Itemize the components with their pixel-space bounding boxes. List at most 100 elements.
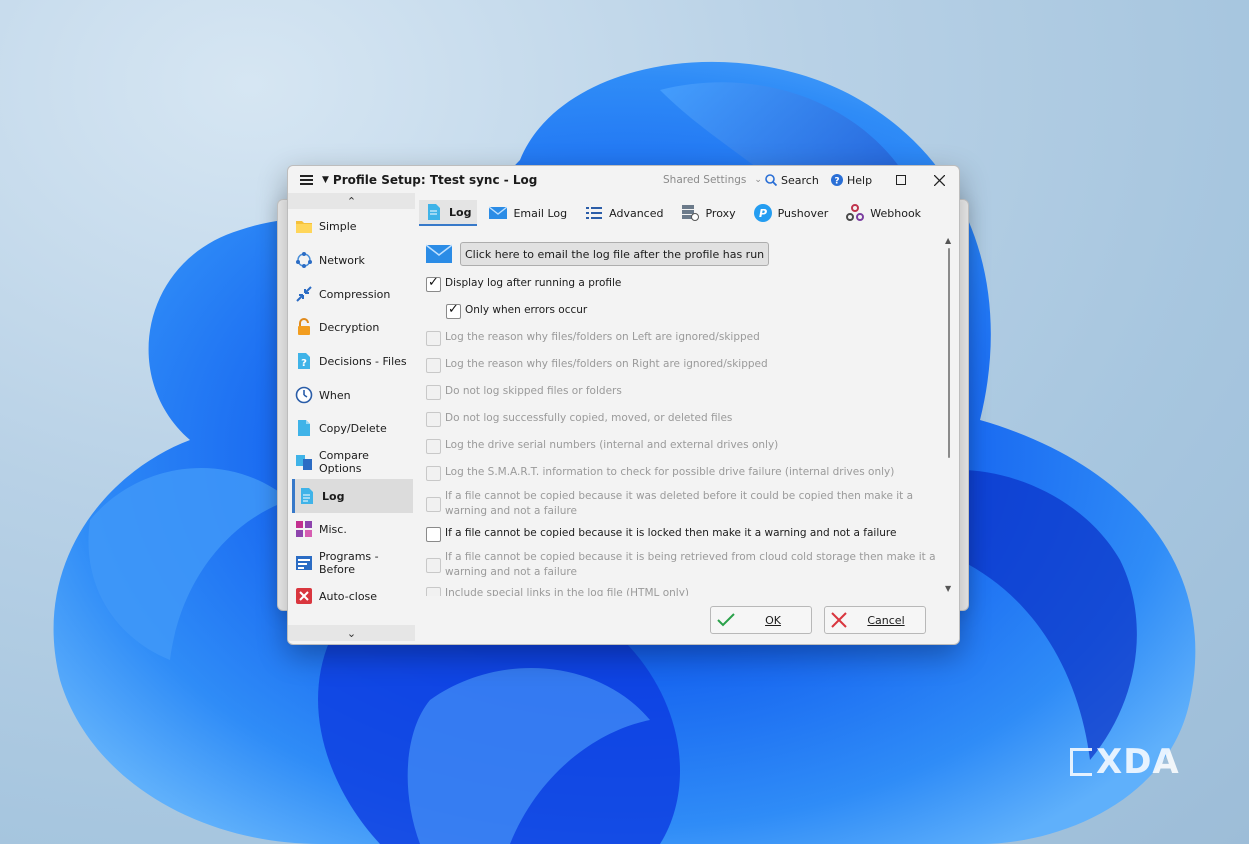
compress-icon [296, 286, 312, 302]
option-label: If a file cannot be copied because it is… [445, 527, 897, 539]
cancel-x-icon [831, 612, 847, 628]
file-icon [298, 420, 310, 436]
email-icon [489, 206, 508, 219]
option-display-log[interactable]: Display log after running a profile [426, 275, 936, 292]
close-button[interactable] [934, 172, 945, 188]
option-special-links: Include special links in the log file (H… [426, 586, 936, 596]
tab-email-log[interactable]: Email Log [483, 200, 573, 226]
ok-button[interactable]: OK [710, 606, 812, 634]
checkbox [426, 439, 441, 454]
tab-label: Pushover [777, 206, 829, 220]
sidebar-item-decisions-files[interactable]: ? Decisions - Files [292, 345, 413, 377]
sidebar-item-label: Copy/Delete [319, 421, 387, 435]
sidebar-item-label: Auto-close [319, 589, 378, 603]
sidebar-item-when[interactable]: When [292, 379, 413, 411]
sidebar-item-programs-before[interactable]: Programs - Before [292, 547, 413, 579]
close-icon [934, 174, 945, 186]
scroll-down-arrow-icon[interactable]: ▼ [945, 584, 951, 593]
search-icon [765, 174, 777, 186]
network-icon [296, 252, 312, 268]
sidebar-item-compare-options[interactable]: Compare Options [292, 446, 413, 478]
option-cloud-warning: If a file cannot be copied because it is… [426, 550, 936, 580]
checkbox [426, 466, 441, 481]
misc-icon [296, 521, 312, 537]
hamburger-menu-button[interactable] [300, 172, 313, 188]
option-no-log-skipped: Do not log skipped files or folders [426, 384, 936, 400]
scrollbar-thumb[interactable] [948, 248, 950, 458]
email-log-button[interactable]: Click here to email the log file after t… [460, 242, 770, 266]
tab-log[interactable]: Log [419, 200, 478, 226]
sidebar-item-auto-close[interactable]: Auto-close [292, 580, 413, 612]
shared-settings-label: Shared Settings [663, 174, 747, 186]
watermark-text: XDA [1096, 742, 1180, 782]
option-label: Log the reason why files/folders on Righ… [445, 358, 768, 370]
chevron-up-icon: ⌃ [346, 194, 357, 208]
sidebar-scroll-up[interactable]: ⌃ [288, 193, 415, 209]
option-no-log-copied: Do not log successfully copied, moved, o… [426, 411, 936, 427]
xda-logo-icon [1070, 748, 1092, 776]
unlock-icon [298, 318, 310, 335]
tab-proxy[interactable]: Proxy [675, 200, 741, 226]
log-icon [301, 488, 313, 504]
tab-label: Proxy [705, 206, 736, 220]
sidebar-item-copy-delete[interactable]: Copy/Delete [292, 412, 413, 444]
svg-text:?: ? [301, 358, 307, 369]
maximize-icon [896, 175, 906, 185]
sidebar-item-label: Compare Options [319, 449, 369, 475]
checkbox [426, 558, 441, 573]
tab-pushover[interactable]: P Pushover [748, 200, 835, 226]
scroll-up-arrow-icon[interactable]: ▲ [945, 236, 951, 245]
chevron-down-icon: ⌄ [754, 175, 762, 185]
sidebar-item-compression[interactable]: Compression [292, 278, 413, 310]
option-drive-serial: Log the drive serial numbers (internal a… [426, 438, 936, 454]
option-only-errors[interactable]: Only when errors occur [446, 302, 944, 319]
tab-label: Webhook [870, 206, 922, 220]
sidebar-item-label: When [319, 388, 351, 402]
email-icon [426, 244, 452, 263]
help-label: Help [847, 173, 873, 187]
option-label: Log the S.M.A.R.T. information to check … [445, 466, 895, 478]
search-button[interactable]: Search [765, 172, 819, 188]
sidebar-item-label: Decryption [319, 320, 380, 334]
checkbox[interactable] [426, 527, 441, 542]
maximize-button[interactable] [896, 172, 906, 188]
sidebar-item-label: Programs - Before [319, 550, 379, 576]
content-scrollbar[interactable]: ▲ ▼ [944, 236, 954, 596]
sidebar: ⌃ Simple Network Compression Decryption … [288, 193, 415, 643]
email-log-row: Click here to email the log file after t… [426, 242, 770, 266]
sidebar-item-misc[interactable]: Misc. [292, 513, 413, 545]
checkbox[interactable] [446, 302, 461, 319]
checkbox[interactable] [426, 275, 441, 292]
cancel-button[interactable]: Cancel [824, 606, 926, 634]
option-label: Display log after running a profile [445, 277, 622, 289]
folder-icon [296, 221, 312, 233]
window-title: Profile Setup: Ttest sync - Log [332, 173, 538, 187]
search-label: Search [781, 173, 819, 187]
option-label: Do not log successfully copied, moved, o… [445, 412, 733, 424]
sidebar-item-decryption[interactable]: Decryption [292, 311, 413, 343]
help-icon: ? [831, 174, 843, 186]
sidebar-item-simple[interactable]: Simple [292, 210, 413, 242]
tab-webhook[interactable]: Webhook [840, 200, 927, 226]
sidebar-scroll-down[interactable]: ⌄ [288, 625, 415, 641]
option-log-reason-right: Log the reason why files/folders on Righ… [426, 357, 936, 373]
log-settings-panel: Click here to email the log file after t… [420, 236, 944, 596]
ok-label: OK [765, 613, 781, 627]
log-icon [428, 204, 440, 220]
sidebar-item-label: Log [322, 489, 345, 503]
option-label: Do not log skipped files or folders [445, 385, 622, 397]
list-icon [586, 207, 603, 219]
help-button[interactable]: ? Help [831, 172, 872, 188]
chevron-down-icon: ⌄ [346, 626, 357, 640]
sidebar-item-network[interactable]: Network [292, 244, 413, 276]
pushover-icon: P [753, 204, 772, 222]
tab-advanced[interactable]: Advanced [579, 200, 669, 226]
tab-label: Log [449, 205, 472, 219]
option-locked-warning[interactable]: If a file cannot be copied because it is… [426, 526, 936, 542]
profile-title[interactable]: ▼ Profile Setup: Ttest sync - Log [322, 172, 537, 188]
webhook-icon [846, 204, 865, 221]
option-label: If a file cannot be copied because it wa… [445, 490, 914, 517]
shared-settings-dropdown[interactable]: Shared Settings ⌄ [663, 172, 762, 188]
sidebar-item-label: Misc. [319, 522, 347, 536]
sidebar-item-log[interactable]: Log [292, 479, 413, 513]
